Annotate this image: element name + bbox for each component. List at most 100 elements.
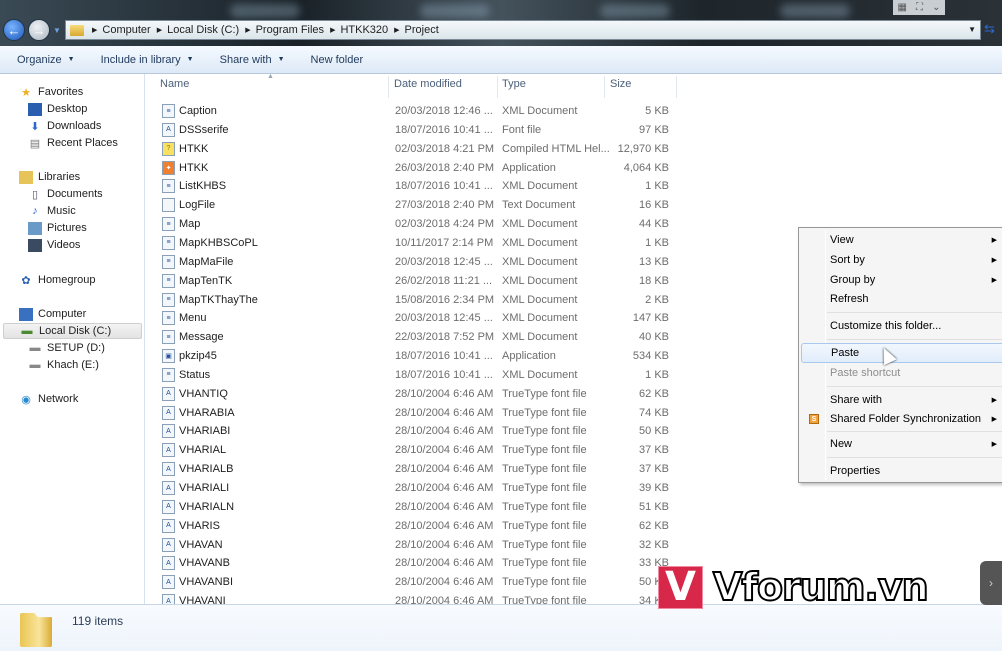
file-name: VHANTIQ — [179, 387, 228, 400]
file-size: 62 KB — [639, 387, 669, 400]
file-row[interactable]: A DSSserife 18/07/2016 10:41 ... Font file 9… — [146, 121, 676, 139]
file-row[interactable]: LogFile 27/03/2018 2:40 PM Text Document 16… — [146, 196, 676, 214]
file-date: 02/03/2018 4:21 PM — [395, 142, 495, 155]
file-name: MapMaFile — [179, 255, 234, 268]
breadcrumb-project[interactable]: ▶ Project — [394, 24, 439, 36]
file-row[interactable]: ≡ ListKHBS 18/07/2016 10:41 ... XML Documen… — [146, 177, 676, 195]
folder-icon — [70, 24, 84, 36]
forward-button[interactable]: → — [28, 19, 50, 41]
star-icon: ★ — [21, 86, 31, 99]
column-header-type[interactable]: Type — [502, 78, 526, 96]
file-row[interactable]: ? HTKK 02/03/2018 4:21 PM Compiled HTML Hel… — [146, 140, 676, 158]
file-name: DSSserife — [179, 123, 229, 136]
column-header-date[interactable]: Date modified — [394, 78, 462, 96]
nav-network[interactable]: ◉ Network — [19, 391, 78, 407]
nav-desktop[interactable]: Desktop — [28, 101, 87, 117]
file-row[interactable]: A VHARIALB 28/10/2004 6:46 AM TrueType font… — [146, 460, 676, 478]
menu-item-shared-folder-sync[interactable]: S Shared Folder Synchronization ▶ — [801, 409, 1002, 429]
nav-homegroup[interactable]: ✿ Homegroup — [19, 272, 95, 288]
file-row[interactable]: A VHAVAN 28/10/2004 6:46 AM TrueType font f… — [146, 536, 676, 554]
breadcrumb-local-disk[interactable]: ▶ Local Disk (C:) — [157, 24, 240, 36]
file-row[interactable]: ≡ Message 22/03/2018 7:52 PM XML Document 40… — [146, 328, 676, 346]
address-dropdown-icon[interactable]: ▼ — [968, 25, 976, 34]
file-row[interactable]: A VHANTIQ 28/10/2004 6:46 AM TrueType font … — [146, 385, 676, 403]
file-row[interactable]: ≡ MapTenTK 26/02/2018 11:21 ... XML Documen… — [146, 272, 676, 290]
file-row[interactable]: A VHARIABI 28/10/2004 6:46 AM TrueType font… — [146, 422, 676, 440]
file-row[interactable]: A VHARIALI 28/10/2004 6:46 AM TrueType font… — [146, 479, 676, 497]
file-row[interactable]: A VHAVANBI 28/10/2004 6:46 AM TrueType font… — [146, 573, 676, 591]
file-name: VHARIABI — [179, 425, 231, 438]
organize-button[interactable]: Organize ▼ — [17, 54, 75, 66]
file-row[interactable]: ✦ HTKK 26/03/2018 2:40 PM Application 4,064 … — [146, 159, 676, 177]
nav-libraries[interactable]: Libraries — [19, 169, 80, 185]
libraries-icon — [19, 170, 33, 184]
back-button[interactable]: ← — [3, 19, 25, 41]
menu-item-sort-by[interactable]: Sort by ▶ — [801, 250, 1002, 270]
file-row[interactable]: A VHARIS 28/10/2004 6:46 AM TrueType font f… — [146, 517, 676, 535]
menu-item-paste[interactable]: Paste — [801, 343, 1002, 363]
breadcrumb-computer[interactable]: ▶ Computer — [92, 24, 151, 36]
nav-downloads[interactable]: ⬇ Downloads — [28, 118, 101, 134]
file-row[interactable]: ≡ MapKHBSCoPL 10/11/2017 2:14 PM XML Docume… — [146, 234, 676, 252]
file-row[interactable]: ≡ Menu 20/03/2018 12:45 ... XML Document 147… — [146, 309, 676, 327]
column-header-name[interactable]: Name — [160, 78, 189, 96]
file-row[interactable]: ≡ Caption 20/03/2018 12:46 ... XML Document… — [146, 102, 676, 120]
nav-khach-e[interactable]: ▬ Khach (E:) — [28, 357, 99, 373]
file-name: Message — [179, 331, 224, 344]
recent-pages-dropdown[interactable]: ▼ — [53, 26, 61, 35]
file-date: 28/10/2004 6:46 AM — [395, 576, 494, 589]
nav-favorites[interactable]: ★ Favorites — [19, 84, 83, 100]
nav-computer[interactable]: Computer — [19, 306, 86, 322]
drive-icon: ▬ — [29, 342, 41, 354]
menu-item-new[interactable]: New ▶ — [801, 434, 1002, 454]
file-row[interactable]: ≡ Status 18/07/2016 10:41 ... XML Document 1… — [146, 366, 676, 384]
grid-icon[interactable]: ▦ — [898, 2, 907, 13]
menu-item-customize-folder[interactable]: Customize this folder... — [801, 316, 1002, 336]
file-row[interactable]: A VHAVANB 28/10/2004 6:46 AM TrueType font … — [146, 554, 676, 572]
nav-recent-places[interactable]: ▤ Recent Places — [28, 135, 118, 151]
file-type: XML Document — [502, 218, 578, 231]
drive-icon: ▬ — [29, 359, 41, 371]
breadcrumb-program-files[interactable]: ▶ Program Files — [245, 24, 324, 36]
side-panel-toggle[interactable]: › — [980, 561, 1002, 605]
file-name: Caption — [179, 105, 217, 117]
menu-item-paste-shortcut[interactable]: Paste shortcut — [801, 363, 1002, 383]
file-row[interactable]: ≡ MapTKThayThe 15/08/2016 2:34 PM XML Docum… — [146, 291, 676, 309]
file-name: HTKK — [179, 161, 209, 174]
file-name: VHAVANB — [179, 557, 230, 570]
include-in-library-button[interactable]: Include in library ▼ — [101, 54, 194, 66]
menu-item-share-with[interactable]: Share with ▶ — [801, 390, 1002, 410]
menu-item-view[interactable]: View ▶ — [801, 230, 1002, 250]
nav-documents[interactable]: ▯ Documents — [28, 186, 103, 202]
file-row[interactable]: A VHARIALN 28/10/2004 6:46 AM TrueType font… — [146, 498, 676, 516]
breadcrumb-htkk320[interactable]: ▶ HTKK320 — [330, 24, 388, 36]
file-type: XML Document — [502, 105, 578, 117]
column-header-size[interactable]: Size — [610, 78, 631, 96]
menu-item-group-by[interactable]: Group by ▶ — [801, 270, 1002, 290]
homegroup-icon: ✿ — [21, 274, 31, 287]
xml-file-icon: ≡ — [162, 330, 175, 345]
file-row[interactable]: ≡ MapMaFile 20/03/2018 12:45 ... XML Docume… — [146, 253, 676, 271]
new-folder-button[interactable]: New folder — [311, 54, 364, 66]
window-controls[interactable]: ▦ ⛶ ⌄ — [893, 0, 945, 15]
nav-setup-d[interactable]: ▬ SETUP (D:) — [28, 340, 105, 356]
file-row[interactable]: ▣ pkzip45 18/07/2016 10:41 ... Application 5… — [146, 347, 676, 365]
file-row[interactable]: A VHARIAL 28/10/2004 6:46 AM TrueType font … — [146, 441, 676, 459]
menu-item-properties[interactable]: Properties — [801, 461, 1002, 481]
refresh-icon[interactable]: ⇆ — [984, 21, 995, 37]
submenu-arrow-icon: ▶ — [991, 397, 997, 404]
file-type: TrueType font file — [502, 557, 587, 570]
file-row[interactable]: A VHARABIA 28/10/2004 6:46 AM TrueType font… — [146, 404, 676, 422]
share-with-button[interactable]: Share with ▼ — [220, 54, 285, 66]
chevron-down-icon[interactable]: ⌄ — [932, 2, 940, 13]
address-bar[interactable]: ▶ Computer ▶ Local Disk (C:) ▶ Program File… — [65, 20, 981, 40]
nav-local-disk-c[interactable]: ▬ Local Disk (C:) — [3, 323, 142, 339]
menu-item-refresh[interactable]: Refresh — [801, 289, 1002, 309]
nav-pictures[interactable]: Pictures — [28, 220, 87, 236]
app-htkk-file-icon: ✦ — [162, 160, 175, 175]
nav-videos[interactable]: Videos — [28, 237, 80, 253]
file-row[interactable]: ≡ Map 02/03/2018 4:24 PM XML Document 44 KB — [146, 215, 676, 233]
fullscreen-icon[interactable]: ⛶ — [916, 2, 923, 13]
font-file-icon: A — [162, 575, 175, 590]
nav-music[interactable]: ♪ Music — [28, 203, 75, 219]
